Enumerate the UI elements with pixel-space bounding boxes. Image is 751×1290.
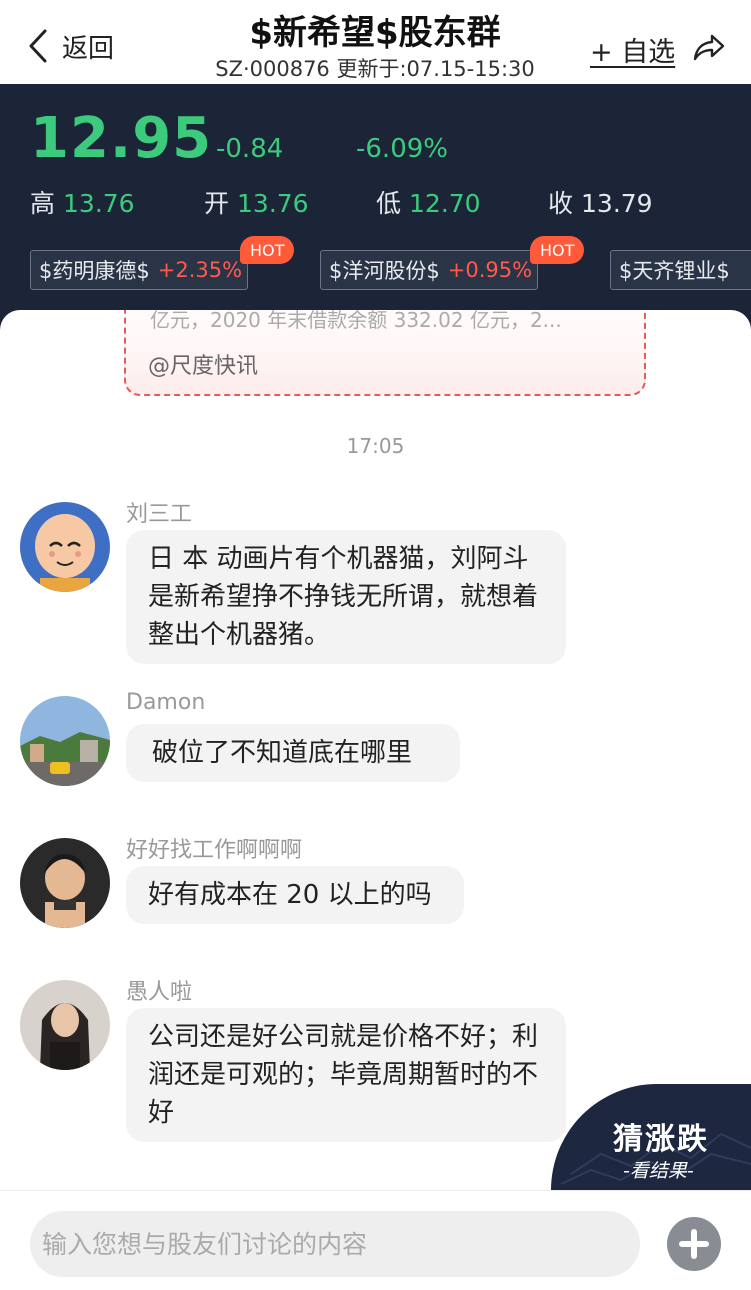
price-change-percent: -6.09%: [356, 134, 448, 164]
street-photo-avatar-icon: [20, 696, 110, 786]
chat-input[interactable]: [30, 1211, 640, 1277]
avatar[interactable]: [20, 980, 110, 1070]
stat-high-value: 13.76: [63, 189, 135, 218]
news-card[interactable]: 亿元，2020 年末借款余额 332.02 亿元，2... @尺度快讯: [124, 310, 646, 396]
plus-icon[interactable]: [667, 1217, 721, 1271]
page-title: $新希望$股东群: [249, 13, 501, 53]
tag-stock-change: +0.95%: [447, 258, 533, 282]
stat-low-value: 12.70: [409, 189, 481, 218]
stat-low: 低 12.70: [376, 184, 481, 220]
guess-subtitle: -看结果-: [623, 1160, 694, 1182]
stat-close-value: 13.79: [581, 189, 653, 218]
stat-low-label: 低: [376, 189, 402, 218]
chat-message: 愚人啦 公司还是好公司就是价格不好；利润还是可观的；毕竟周期暂时的不好: [20, 980, 620, 1142]
news-snippet: 亿元，2020 年末借款余额 332.02 亿元，2...: [150, 310, 562, 332]
related-stock-tag[interactable]: $天齐锂业$: [610, 250, 751, 290]
stat-close-label: 收: [548, 189, 574, 218]
top-nav-bar: 返回 $新希望$股东群 SZ·000876 更新于:07.15-15:30 + …: [0, 0, 751, 84]
username: Damon: [126, 690, 206, 715]
stock-code-update-time: SZ·000876 更新于:07.15-15:30: [215, 57, 535, 81]
chat-message: Damon 破位了不知道底在哪里: [20, 690, 620, 796]
related-stock-tag[interactable]: $洋河股份$ +0.95%: [320, 250, 538, 290]
stat-open-value: 13.76: [237, 189, 309, 218]
message-bubble[interactable]: 日 本 动画片有个机器猫，刘阿斗是新希望挣不挣钱无所谓，就想着整出个机器猪。: [126, 530, 566, 664]
avatar[interactable]: [20, 696, 110, 786]
hot-badge: HOT: [530, 236, 585, 264]
related-stock-tags: $药明康德$ +2.35% HOT $洋河股份$ +0.95% HOT $天齐锂…: [30, 236, 751, 294]
message-bubble[interactable]: 公司还是好公司就是价格不好；利润还是可观的；毕竟周期暂时的不好: [126, 1008, 566, 1142]
stat-high-label: 高: [30, 189, 56, 218]
add-watchlist-button[interactable]: + 自选: [590, 30, 675, 69]
guess-title: 猜涨跌: [613, 1122, 709, 1157]
username: 刘三工: [126, 502, 193, 527]
tag-stock-name: $药明康德$: [39, 259, 150, 283]
title-block: $新希望$股东群 SZ·000876 更新于:07.15-15:30: [150, 10, 600, 82]
woman-photo-avatar-icon: [20, 980, 110, 1070]
tag-stock-name: $洋河股份$: [329, 259, 440, 283]
current-price: 12.95: [30, 106, 213, 171]
chat-message: 好好找工作啊啊啊 好有成本在 20 以上的吗: [20, 838, 620, 938]
chat-message: 刘三工 日 本 动画片有个机器猫，刘阿斗是新希望挣不挣钱无所谓，就想着整出个机器…: [20, 502, 620, 664]
back-button[interactable]: 返回: [28, 26, 114, 66]
chevron-left-icon: [29, 29, 47, 63]
cartoon-avatar-icon: [20, 502, 110, 592]
hot-badge: HOT: [240, 236, 295, 264]
username: 愚人啦: [126, 980, 193, 1005]
price-change: -0.84: [216, 134, 284, 164]
news-source: @尺度快讯: [148, 354, 259, 379]
stat-high: 高 13.76: [30, 184, 135, 220]
stock-quote-panel: 12.95 -0.84 -6.09% 高 13.76 开 13.76 低 12.70 …: [0, 84, 751, 334]
username: 好好找工作啊啊啊: [126, 838, 303, 863]
tag-stock-name: $天齐锂业$: [619, 259, 730, 283]
stat-open: 开 13.76: [204, 184, 309, 220]
message-bubble[interactable]: 好有成本在 20 以上的吗: [126, 866, 464, 924]
chat-input-bar: [0, 1190, 751, 1290]
chat-timestamp: 17:05: [346, 434, 405, 458]
related-stock-tag[interactable]: $药明康德$ +2.35%: [30, 250, 248, 290]
chat-panel[interactable]: 亿元，2020 年末借款余额 332.02 亿元，2... @尺度快讯 17:0…: [0, 310, 751, 1190]
message-bubble[interactable]: 破位了不知道底在哪里: [126, 724, 460, 782]
share-icon[interactable]: [692, 30, 726, 64]
avatar[interactable]: [20, 502, 110, 592]
back-label: 返回: [62, 33, 115, 64]
guess-up-down-widget[interactable]: 猜涨跌 -看结果-: [551, 1084, 751, 1190]
stat-close: 收 13.79: [548, 184, 653, 220]
person-photo-avatar-icon: [20, 838, 110, 928]
avatar[interactable]: [20, 838, 110, 928]
tag-stock-change: +2.35%: [157, 258, 243, 282]
stat-open-label: 开: [204, 189, 230, 218]
